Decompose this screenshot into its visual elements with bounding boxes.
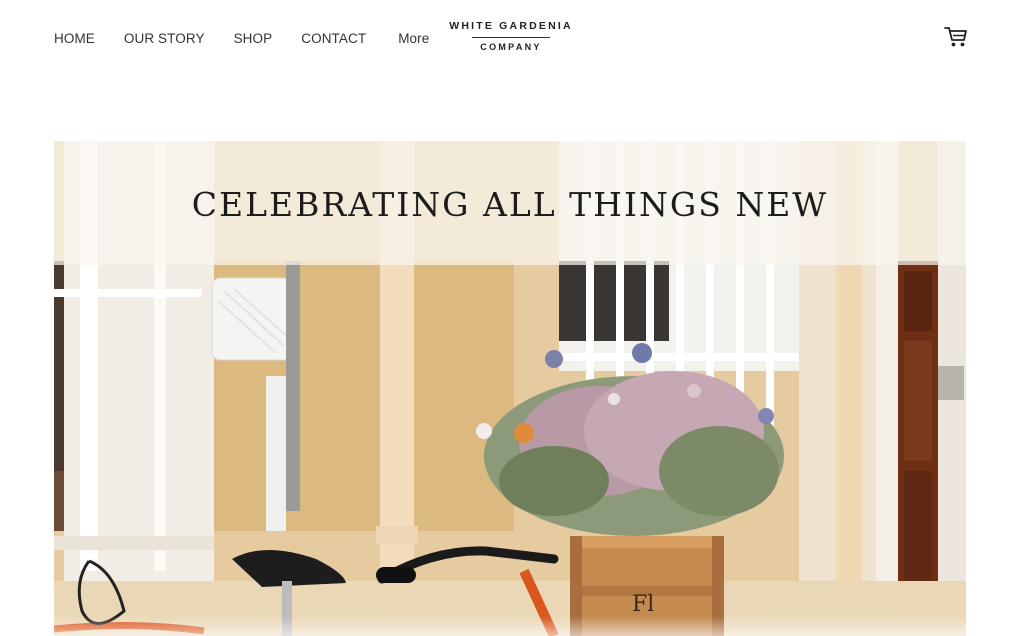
nav-contact[interactable]: CONTACT — [301, 31, 366, 46]
hero-headline: CELEBRATING ALL THINGS NEW — [191, 185, 829, 224]
main-nav: HOME OUR STORY SHOP CONTACT More — [54, 31, 429, 46]
logo-line-2: COMPANY — [480, 42, 542, 52]
nav-our-story[interactable]: OUR STORY — [124, 31, 205, 46]
logo-divider — [472, 37, 550, 38]
nav-more[interactable]: More — [398, 31, 429, 46]
hero-image: Fl CELEBRATING ALL THINGS NEW — [54, 141, 966, 636]
site-header: HOME OUR STORY SHOP CONTACT More WHITE G… — [0, 0, 1024, 80]
nav-home[interactable]: HOME — [54, 31, 95, 46]
logo-line-1: WHITE GARDENIA — [449, 20, 573, 32]
site-logo[interactable]: WHITE GARDENIA COMPANY — [446, 20, 576, 52]
nav-shop[interactable]: SHOP — [234, 31, 273, 46]
bottom-fade — [0, 616, 1024, 636]
cart-icon-graphic — [944, 27, 967, 47]
cart-icon[interactable] — [944, 26, 968, 48]
hero-banner: CELEBRATING ALL THINGS NEW — [54, 141, 966, 265]
svg-text:Fl: Fl — [632, 592, 654, 617]
